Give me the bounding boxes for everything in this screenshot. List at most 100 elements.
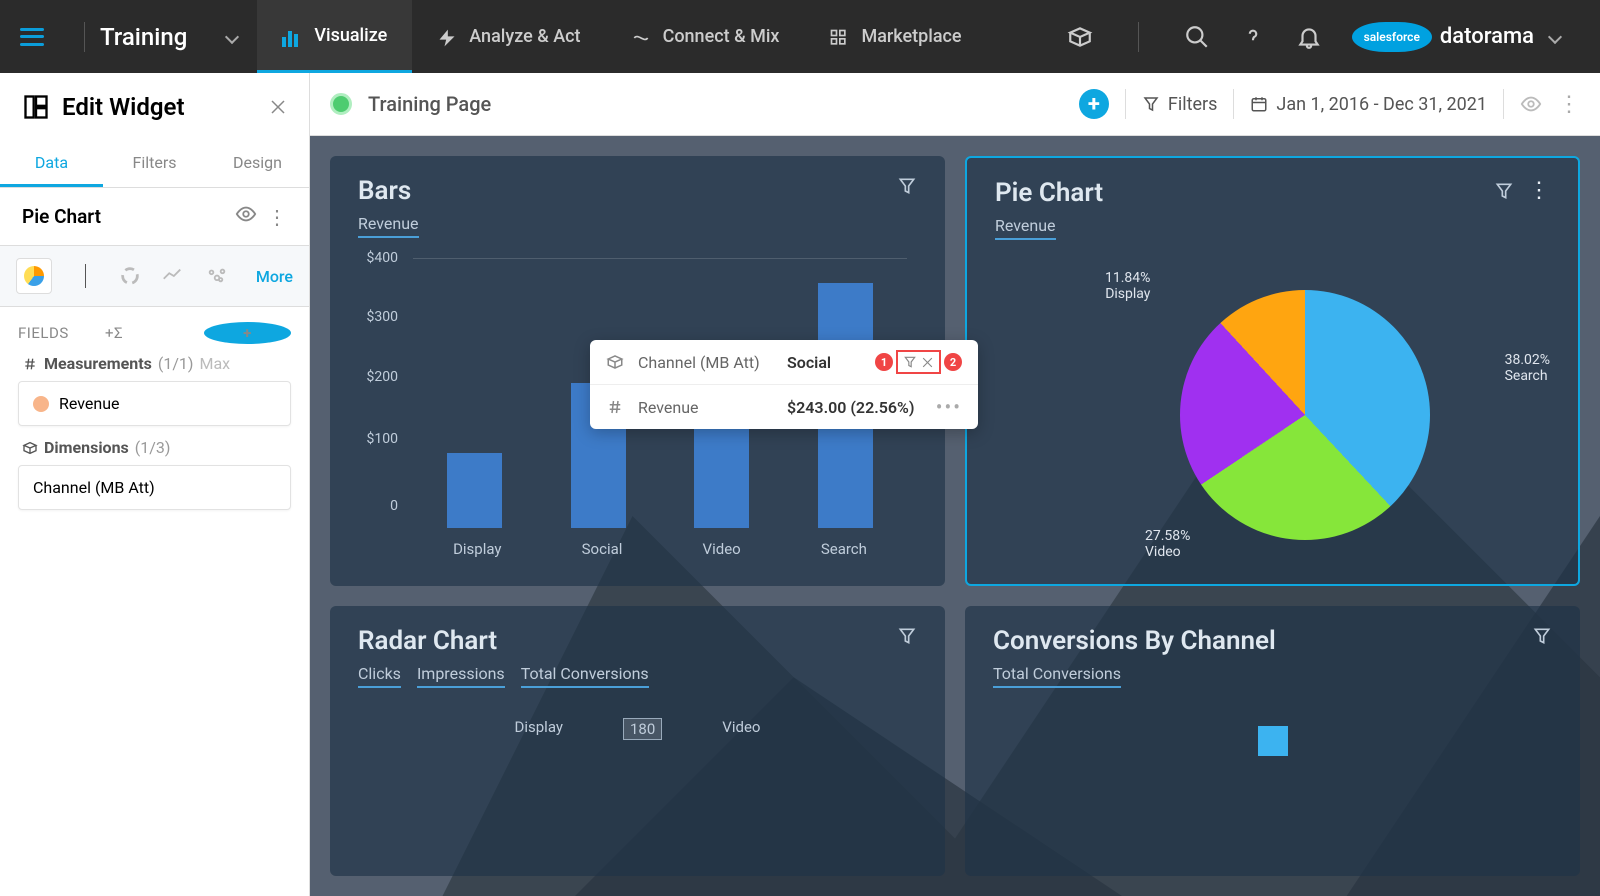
filter-icon[interactable] <box>903 355 917 369</box>
hash-icon <box>22 356 38 372</box>
search-icon[interactable] <box>1184 24 1210 50</box>
tooltip-dim-value: Social <box>787 353 861 372</box>
box-icon[interactable] <box>1067 24 1093 50</box>
bell-icon[interactable] <box>1296 24 1322 50</box>
filter-icon[interactable] <box>897 176 917 196</box>
chart-type-selector: More <box>0 245 309 307</box>
divider <box>85 264 86 288</box>
filter-icon[interactable] <box>897 626 917 646</box>
chevron-down-icon[interactable] <box>1548 29 1562 43</box>
field-pill-channel[interactable]: Channel (MB Att) <box>18 465 291 510</box>
more-horizontal-icon[interactable]: ••• <box>936 395 962 419</box>
widget-subtitle: Total Conversions <box>993 664 1121 688</box>
widget-subtitle: Impressions <box>417 664 505 688</box>
sidebar-tab-design[interactable]: Design <box>206 141 309 187</box>
widget-subtitle: Clicks <box>358 664 401 688</box>
bar-video[interactable] <box>694 412 749 528</box>
step-badge-2: 2 <box>944 353 962 371</box>
chart-type-donut[interactable] <box>119 265 141 287</box>
more-vertical-icon[interactable]: ⋮ <box>1528 178 1550 203</box>
calendar-icon <box>1250 95 1268 113</box>
tab-label: Marketplace <box>861 26 961 47</box>
chart-type-scatter[interactable] <box>203 265 231 287</box>
widget-radar[interactable]: Radar Chart Clicks Impressions Total Con… <box>330 606 945 876</box>
divider <box>1125 89 1126 119</box>
page-title[interactable]: Training Page <box>368 92 491 116</box>
add-widget-button[interactable]: + <box>1079 89 1109 119</box>
widget-subtitle: Revenue <box>995 216 1056 240</box>
sidebar-title: Edit Widget <box>62 93 257 121</box>
filters-button[interactable]: Filters <box>1142 94 1218 115</box>
widget-title: Radar Chart <box>358 626 897 656</box>
chart-name-row: Pie Chart ⋮ <box>0 188 309 245</box>
chart-type-line[interactable] <box>159 265 185 287</box>
topnav: Training Visualize Analyze & Act Connect… <box>0 0 1600 73</box>
tab-analyze[interactable]: Analyze & Act <box>412 0 605 73</box>
bar <box>1258 726 1288 756</box>
field-pill-revenue[interactable]: Revenue <box>18 381 291 426</box>
tab-visualize[interactable]: Visualize <box>257 0 412 73</box>
widget-title: Bars <box>358 176 897 206</box>
tab-connect[interactable]: Connect & Mix <box>606 0 805 73</box>
menu-icon[interactable] <box>20 28 44 46</box>
chart-name: Pie Chart <box>22 205 225 228</box>
dashboard-canvas: Bars Revenue $400 $300 $200 $100 0 <box>310 136 1600 896</box>
chart-bars-icon <box>282 26 302 44</box>
pie-graphic[interactable] <box>1180 290 1430 540</box>
close-icon[interactable] <box>269 98 287 116</box>
date-range-picker[interactable]: Jan 1, 2016 - Dec 31, 2021 <box>1250 94 1487 115</box>
add-sigma-icon[interactable]: +Σ <box>105 324 192 342</box>
pie-label-video: 27.58%Video <box>1145 528 1190 560</box>
datapoint-tooltip: Channel (MB Att) Social 1 2 Revenue $243… <box>590 340 978 429</box>
app-title[interactable]: Training <box>100 23 187 51</box>
tab-label: Analyze & Act <box>469 26 580 47</box>
more-chart-types[interactable]: More <box>256 267 293 286</box>
measurements-header[interactable]: Measurements (1/1) Max <box>18 354 291 373</box>
divider <box>1233 89 1234 119</box>
close-icon[interactable] <box>921 356 934 369</box>
nav-tabs: Visualize Analyze & Act Connect & Mix Ma… <box>257 0 986 73</box>
status-dot[interactable] <box>330 93 352 115</box>
widget-subtitle: Total Conversions <box>521 664 649 688</box>
divider <box>1503 89 1504 119</box>
widget-title: Pie Chart <box>995 178 1494 208</box>
filter-icon[interactable] <box>1532 626 1552 646</box>
sidebar-tabs: Data Filters Design <box>0 141 309 188</box>
salesforce-logo: salesforce <box>1352 22 1432 52</box>
tab-label: Connect & Mix <box>663 26 780 47</box>
more-vertical-icon[interactable]: ⋮ <box>267 205 287 229</box>
grid-icon <box>829 28 849 46</box>
tooltip-meas-label: Revenue <box>638 398 773 417</box>
chevron-down-icon[interactable] <box>225 29 239 43</box>
tooltip-dim-label: Channel (MB Att) <box>638 353 773 372</box>
dimensions-header[interactable]: Dimensions (1/3) <box>18 438 291 457</box>
datorama-logo: datorama <box>1440 24 1534 49</box>
help-icon[interactable] <box>1240 24 1266 50</box>
bar-display[interactable] <box>447 453 502 528</box>
sidebar-tab-filters[interactable]: Filters <box>103 141 206 187</box>
more-vertical-icon[interactable]: ⋮ <box>1558 92 1580 117</box>
page-header: Training Page + Filters Jan 1, 2016 - De… <box>310 73 1600 136</box>
top-actions: salesforce datorama <box>1067 22 1580 52</box>
fields-label: FIELDS <box>18 324 105 342</box>
divider <box>1138 22 1139 52</box>
eye-icon[interactable] <box>235 203 257 230</box>
add-field-button[interactable]: + <box>204 322 291 344</box>
color-dot <box>33 396 49 412</box>
filter-icon <box>1142 95 1160 113</box>
connect-icon <box>631 28 651 46</box>
widget-conversions[interactable]: Conversions By Channel Total Conversions <box>965 606 1580 876</box>
layout-icon <box>22 93 50 121</box>
cube-icon <box>606 353 624 371</box>
widget-pie[interactable]: Pie Chart Revenue ⋮ 11.84%Display 38.02%… <box>965 156 1580 586</box>
tab-marketplace[interactable]: Marketplace <box>804 0 986 73</box>
sidebar-tab-data[interactable]: Data <box>0 141 103 187</box>
pie-label-display: 11.84%Display <box>1105 270 1150 302</box>
sidebar: Edit Widget Data Filters Design Pie Char… <box>0 73 310 896</box>
tooltip-action-box[interactable] <box>896 350 941 374</box>
filter-icon[interactable] <box>1494 181 1514 201</box>
chart-type-pie[interactable] <box>16 258 52 294</box>
preview-icon[interactable] <box>1520 93 1542 115</box>
step-badge-1: 1 <box>875 353 893 371</box>
sidebar-header: Edit Widget <box>0 73 309 141</box>
